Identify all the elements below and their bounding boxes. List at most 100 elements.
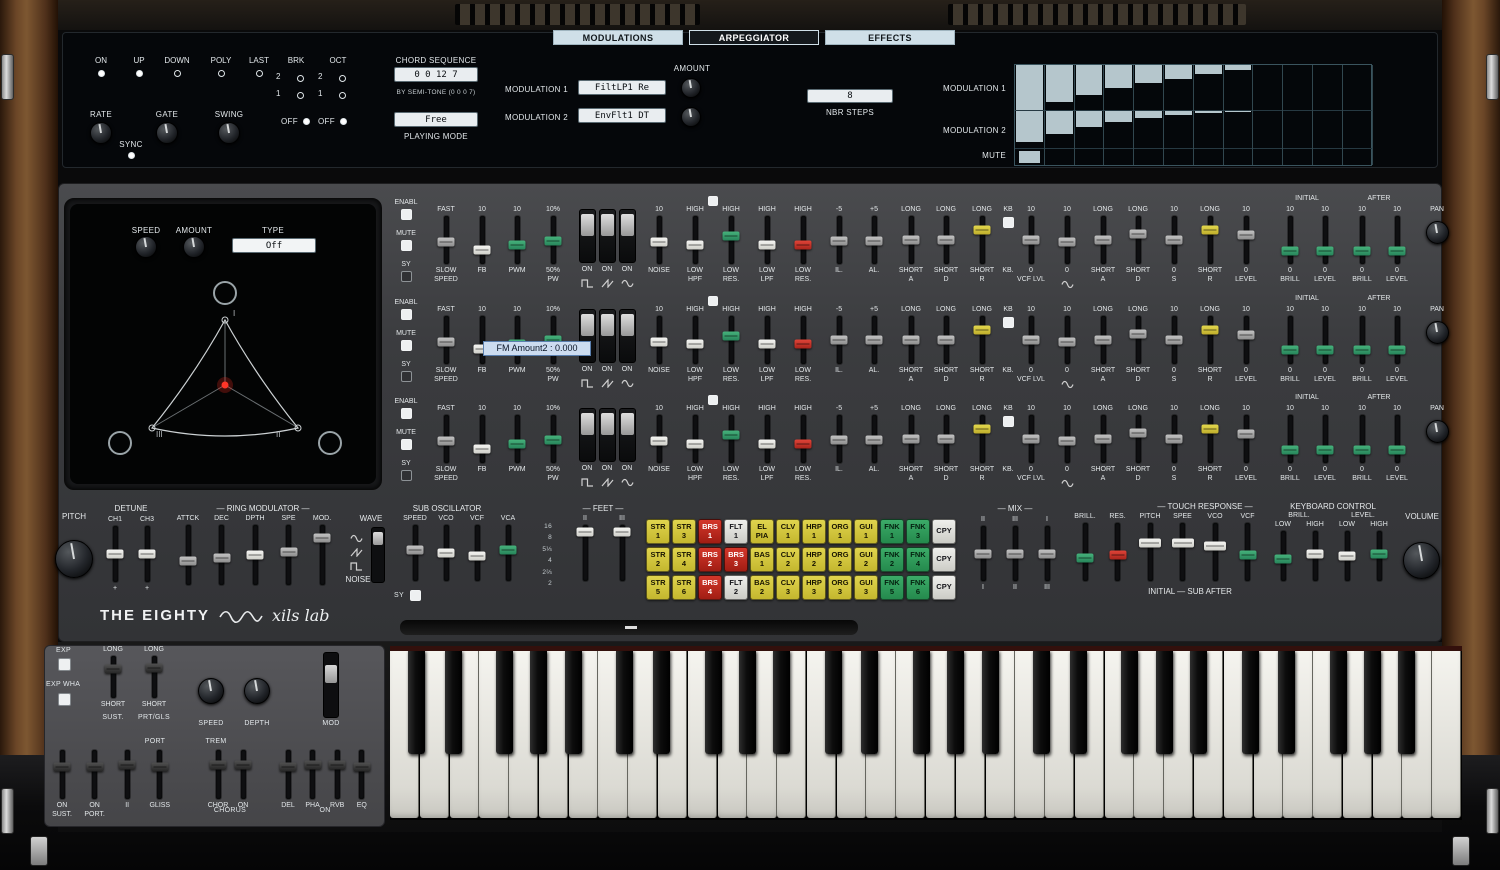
sub-osc-vco-track[interactable] xyxy=(444,525,449,581)
seq-step-6[interactable] xyxy=(1164,65,1194,165)
slider-handle[interactable] xyxy=(903,236,920,245)
channel-2-filter-decay-track[interactable] xyxy=(944,316,949,364)
preset-hrp-3-button[interactable]: HRP3 xyxy=(802,575,826,600)
black-key[interactable] xyxy=(1033,650,1050,754)
black-key[interactable] xyxy=(1121,650,1138,754)
slider-handle[interactable] xyxy=(86,763,103,772)
channel-2-pw-track[interactable] xyxy=(551,316,556,364)
black-key[interactable] xyxy=(1190,650,1207,754)
mute-checkbox[interactable] xyxy=(401,439,412,450)
slider-handle[interactable] xyxy=(1130,230,1147,239)
channel-3-al-track[interactable] xyxy=(872,415,877,463)
swing-knob[interactable] xyxy=(218,122,240,144)
slider-handle[interactable] xyxy=(687,240,704,249)
tab-modulations[interactable]: MODULATIONS xyxy=(553,30,683,45)
fx-del-track[interactable] xyxy=(286,750,291,799)
pedal-on-track[interactable] xyxy=(60,750,65,799)
touch-response-pitch-track[interactable] xyxy=(1148,523,1153,581)
slider-handle[interactable] xyxy=(759,439,776,448)
channel-3-filter-decay-track[interactable] xyxy=(944,415,949,463)
channel-3-after-level-track[interactable] xyxy=(1395,415,1400,463)
black-key[interactable] xyxy=(861,650,878,754)
channel-3-speed-track[interactable] xyxy=(444,415,449,463)
touch-response-vco-track[interactable] xyxy=(1213,523,1218,581)
preset-org-3-button[interactable]: ORG3 xyxy=(828,575,852,600)
slider-handle[interactable] xyxy=(975,549,992,558)
channel-3-lpf-res-track[interactable] xyxy=(801,415,806,463)
slider-handle[interactable] xyxy=(1166,435,1183,444)
channel-1-hpf-track[interactable] xyxy=(693,216,698,264)
slider-handle[interactable] xyxy=(866,236,883,245)
tab-arpeggiator[interactable]: ARPEGGIATOR xyxy=(689,30,819,45)
oct-1-led[interactable] xyxy=(339,92,346,99)
slider-handle[interactable] xyxy=(545,435,562,444)
preset-bas-2-button[interactable]: BAS2 xyxy=(750,575,774,600)
slider-handle[interactable] xyxy=(500,546,517,555)
channel-1-noise-track[interactable] xyxy=(657,216,662,264)
black-key[interactable] xyxy=(825,650,842,754)
sy-checkbox[interactable] xyxy=(401,371,412,382)
slider-handle[interactable] xyxy=(1307,549,1324,558)
channel-1-speed-track[interactable] xyxy=(444,216,449,264)
slider-handle[interactable] xyxy=(509,240,526,249)
feet-ii-track[interactable] xyxy=(583,525,588,581)
arp-toggle-led[interactable] xyxy=(218,70,225,77)
slider-handle[interactable] xyxy=(1339,552,1356,561)
channel-1-pan-knob[interactable] xyxy=(1426,221,1449,244)
slider-handle[interactable] xyxy=(795,340,812,349)
channel-2-filter-release-track[interactable] xyxy=(980,316,985,364)
touch-response-spee-track[interactable] xyxy=(1180,523,1185,581)
modulation-1-select[interactable]: FiltLP1 Re xyxy=(578,80,666,95)
fx-eq-track[interactable] xyxy=(359,750,364,799)
preset-clv-3-button[interactable]: CLV3 xyxy=(776,575,800,600)
ring-mod-spe-track[interactable] xyxy=(286,525,291,585)
channel-2-sy-toggle[interactable]: SY xyxy=(388,361,424,382)
channel-3-hpf-track[interactable] xyxy=(693,415,698,463)
exp-checkbox[interactable] xyxy=(58,658,71,671)
preset-fnk-1-button[interactable]: FNK1 xyxy=(880,519,904,544)
off-toggle-2[interactable]: OFF xyxy=(318,117,347,126)
touch-response-res--track[interactable] xyxy=(1115,523,1120,581)
slider-handle[interactable] xyxy=(831,336,848,345)
black-key[interactable] xyxy=(496,650,513,754)
slider-handle[interactable] xyxy=(1354,246,1371,255)
arp-toggle-led[interactable] xyxy=(136,70,143,77)
slider-handle[interactable] xyxy=(1354,445,1371,454)
channel-2-lpf-res-track[interactable] xyxy=(801,316,806,364)
channel-1-filter-decay-track[interactable] xyxy=(944,216,949,264)
playing-mode-value[interactable]: Free xyxy=(394,112,478,127)
preset-fnk-6-button[interactable]: FNK6 xyxy=(906,575,930,600)
slider-handle[interactable] xyxy=(866,435,883,444)
slider-handle[interactable] xyxy=(651,337,668,346)
arp-toggle-last[interactable]: LAST xyxy=(239,56,279,77)
black-key[interactable] xyxy=(616,650,633,754)
preset-cpy-button[interactable]: CPY xyxy=(932,519,956,544)
fx-rvb-track[interactable] xyxy=(335,750,340,799)
black-key[interactable] xyxy=(565,650,582,754)
seq-step-4[interactable] xyxy=(1104,65,1134,165)
slider-handle[interactable] xyxy=(1317,445,1334,454)
slider-handle[interactable] xyxy=(1275,554,1292,563)
mod-wheel-cap[interactable] xyxy=(325,665,337,683)
channel-2-amp-attack-track[interactable] xyxy=(1101,316,1106,364)
preset-str-1-button[interactable]: STR1 xyxy=(646,519,670,544)
channel-2-amp-sustain-track[interactable] xyxy=(1172,316,1177,364)
sub-osc-vca-track[interactable] xyxy=(506,525,511,581)
channel-2-al-track[interactable] xyxy=(872,316,877,364)
preset-org-2-button[interactable]: ORG2 xyxy=(828,547,852,572)
channel-3-amp-decay-track[interactable] xyxy=(1136,415,1141,463)
slider-handle[interactable] xyxy=(651,437,668,446)
seq-step-2[interactable] xyxy=(1045,65,1075,165)
slider-handle[interactable] xyxy=(107,550,124,559)
black-key[interactable] xyxy=(947,650,964,754)
channel-2-vcf-level-track[interactable] xyxy=(1029,316,1034,364)
slider-handle[interactable] xyxy=(795,439,812,448)
slider-handle[interactable] xyxy=(353,763,370,772)
channel-3-amp-attack-track[interactable] xyxy=(1101,415,1106,463)
channel-3-noise-track[interactable] xyxy=(657,415,662,463)
channel-3-enabl-toggle[interactable]: ENABL xyxy=(388,398,424,419)
slider-handle[interactable] xyxy=(1059,437,1076,446)
channel-1-lpf-track[interactable] xyxy=(765,216,770,264)
pedal-speed-knob[interactable] xyxy=(198,678,224,704)
preset-flt-1-button[interactable]: FLT1 xyxy=(724,519,748,544)
